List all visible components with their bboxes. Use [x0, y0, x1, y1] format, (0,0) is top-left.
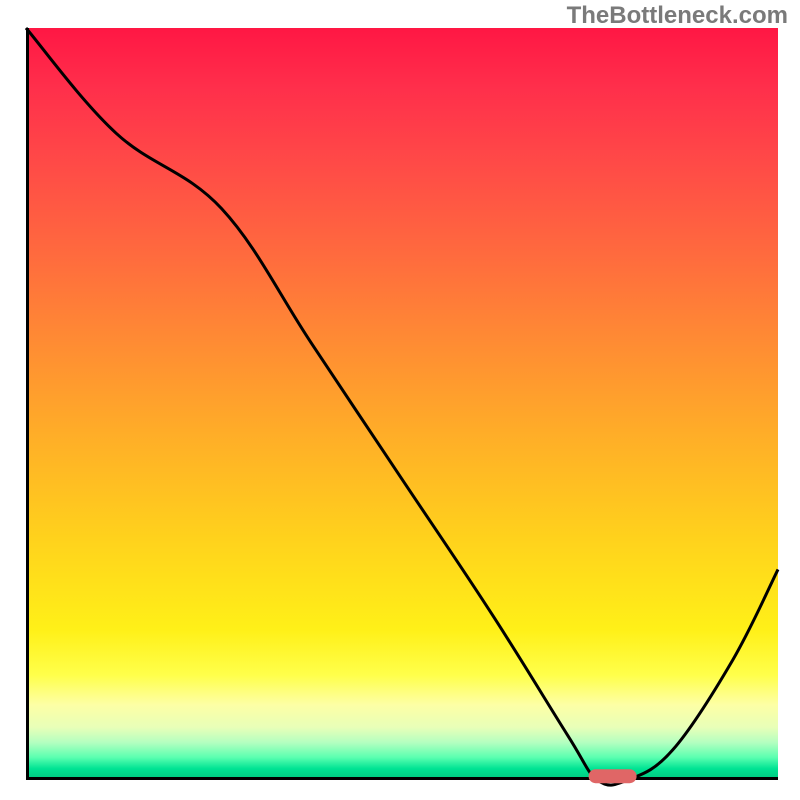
optimal-marker [589, 769, 637, 783]
chart-container: TheBottleneck.com [0, 0, 800, 800]
watermark-source: TheBottleneck.com [567, 2, 788, 30]
bottleneck-curve-svg [26, 28, 778, 780]
bottleneck-curve-path [26, 28, 778, 785]
plot-area [26, 28, 778, 780]
